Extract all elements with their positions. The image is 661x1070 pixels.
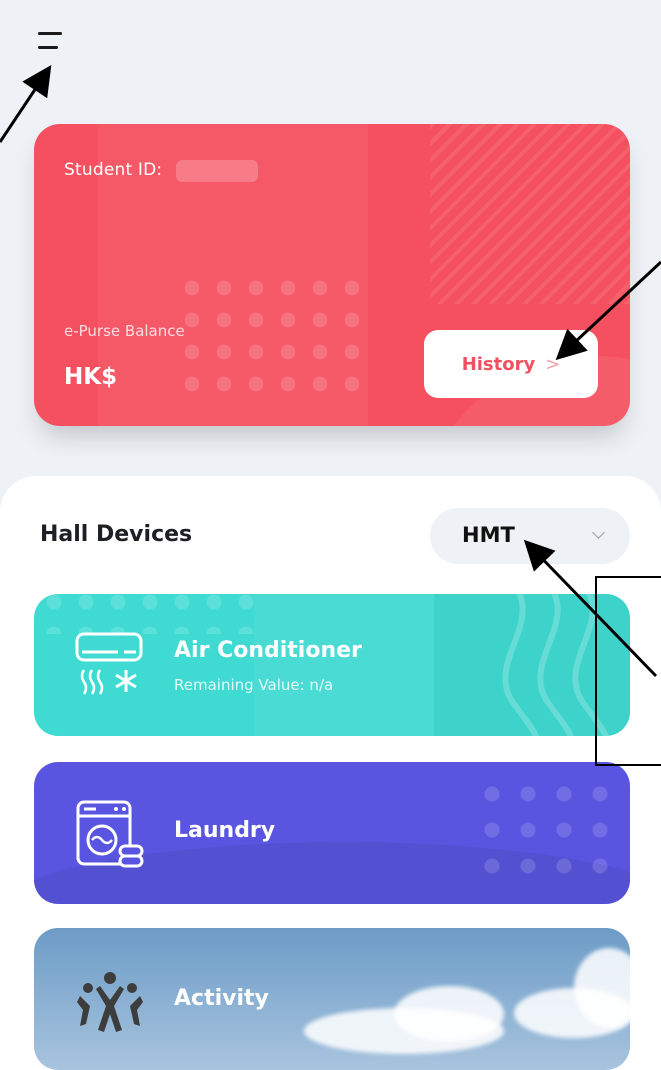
device-card-air-conditioner[interactable]: Air Conditioner Remaining Value: n/a bbox=[34, 594, 630, 736]
ac-decoration-panel bbox=[254, 594, 434, 736]
hall-select-dropdown[interactable]: HMT bbox=[430, 508, 630, 564]
device-title-activity: Activity bbox=[174, 986, 269, 1011]
chevron-right-icon: > bbox=[545, 353, 561, 375]
annotation-box bbox=[595, 576, 661, 766]
section-title-hall-devices: Hall Devices bbox=[40, 522, 193, 547]
e-purse-card: Student ID: e-Purse Balance HK$ History … bbox=[34, 124, 630, 426]
student-id-label: Student ID: bbox=[64, 160, 163, 180]
menu-button[interactable] bbox=[30, 22, 74, 62]
history-button[interactable]: History > bbox=[424, 330, 598, 398]
hall-select-value: HMT bbox=[462, 523, 515, 547]
menu-icon-line-top bbox=[38, 32, 62, 35]
washing-machine-icon bbox=[76, 800, 144, 868]
balance-label: e-Purse Balance bbox=[64, 322, 185, 340]
device-card-laundry[interactable]: Laundry bbox=[34, 762, 630, 904]
device-remaining-value: Remaining Value: n/a bbox=[174, 676, 334, 694]
ac-decoration-dots bbox=[34, 594, 264, 634]
history-button-label: History bbox=[461, 353, 536, 375]
people-activity-icon bbox=[77, 972, 143, 1032]
air-conditioner-icon bbox=[75, 632, 143, 695]
balance-currency: HK$ bbox=[64, 364, 118, 390]
student-id-value-redacted bbox=[176, 160, 258, 182]
card-decoration-stripes bbox=[430, 124, 630, 304]
cloud-decoration bbox=[394, 986, 504, 1042]
chevron-down-icon bbox=[592, 526, 605, 539]
device-title-laundry: Laundry bbox=[174, 818, 276, 843]
laundry-decoration-dots bbox=[474, 776, 614, 886]
card-decoration-dots bbox=[176, 272, 372, 402]
menu-icon-line-bottom bbox=[38, 46, 58, 49]
device-title-air-conditioner: Air Conditioner bbox=[174, 638, 362, 663]
device-card-activity[interactable]: Activity bbox=[34, 928, 630, 1070]
